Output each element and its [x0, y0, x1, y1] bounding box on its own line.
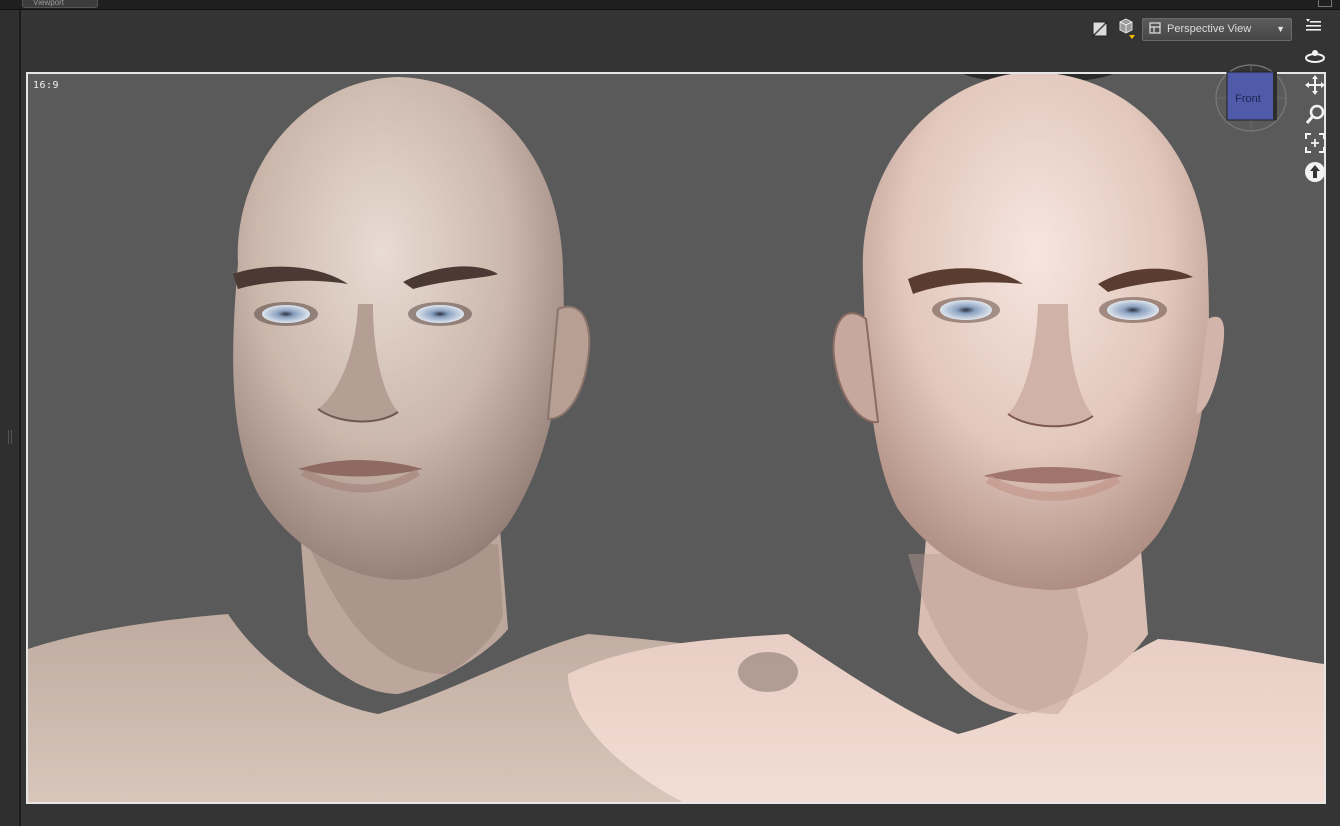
chevron-down-icon: ▼ — [1276, 24, 1285, 34]
render-settings-icon[interactable] — [1090, 19, 1110, 39]
camera-icon — [1149, 21, 1161, 37]
camera-dropdown-label: Perspective View — [1167, 23, 1252, 35]
scene-render — [28, 74, 1324, 802]
dock-resize-handle[interactable] — [8, 430, 12, 444]
aspect-ratio-label: 16:9 — [33, 80, 60, 91]
view-cube[interactable]: Front — [1213, 62, 1289, 134]
viewport-toolbar: Perspective View ▼ — [1090, 14, 1292, 44]
orbit-icon[interactable] — [1303, 44, 1327, 68]
title-strip: Viewport — [0, 0, 1340, 10]
zoom-icon[interactable] — [1303, 102, 1327, 126]
pane-options-button[interactable] — [1318, 0, 1332, 7]
draw-style-icon[interactable] — [1116, 18, 1136, 39]
camera-dropdown[interactable]: Perspective View ▼ — [1142, 17, 1292, 41]
frame-icon[interactable] — [1303, 131, 1327, 155]
tab-viewport[interactable]: Viewport — [22, 0, 98, 8]
reset-view-icon[interactable] — [1303, 160, 1327, 184]
3d-viewport[interactable]: 16:9 — [26, 72, 1326, 804]
left-dock — [0, 10, 20, 826]
translate-icon[interactable] — [1303, 73, 1327, 97]
navigation-controls — [1302, 44, 1328, 184]
cube-face-label: Front — [1235, 93, 1261, 105]
viewport-menu-icon[interactable] — [1304, 18, 1324, 38]
